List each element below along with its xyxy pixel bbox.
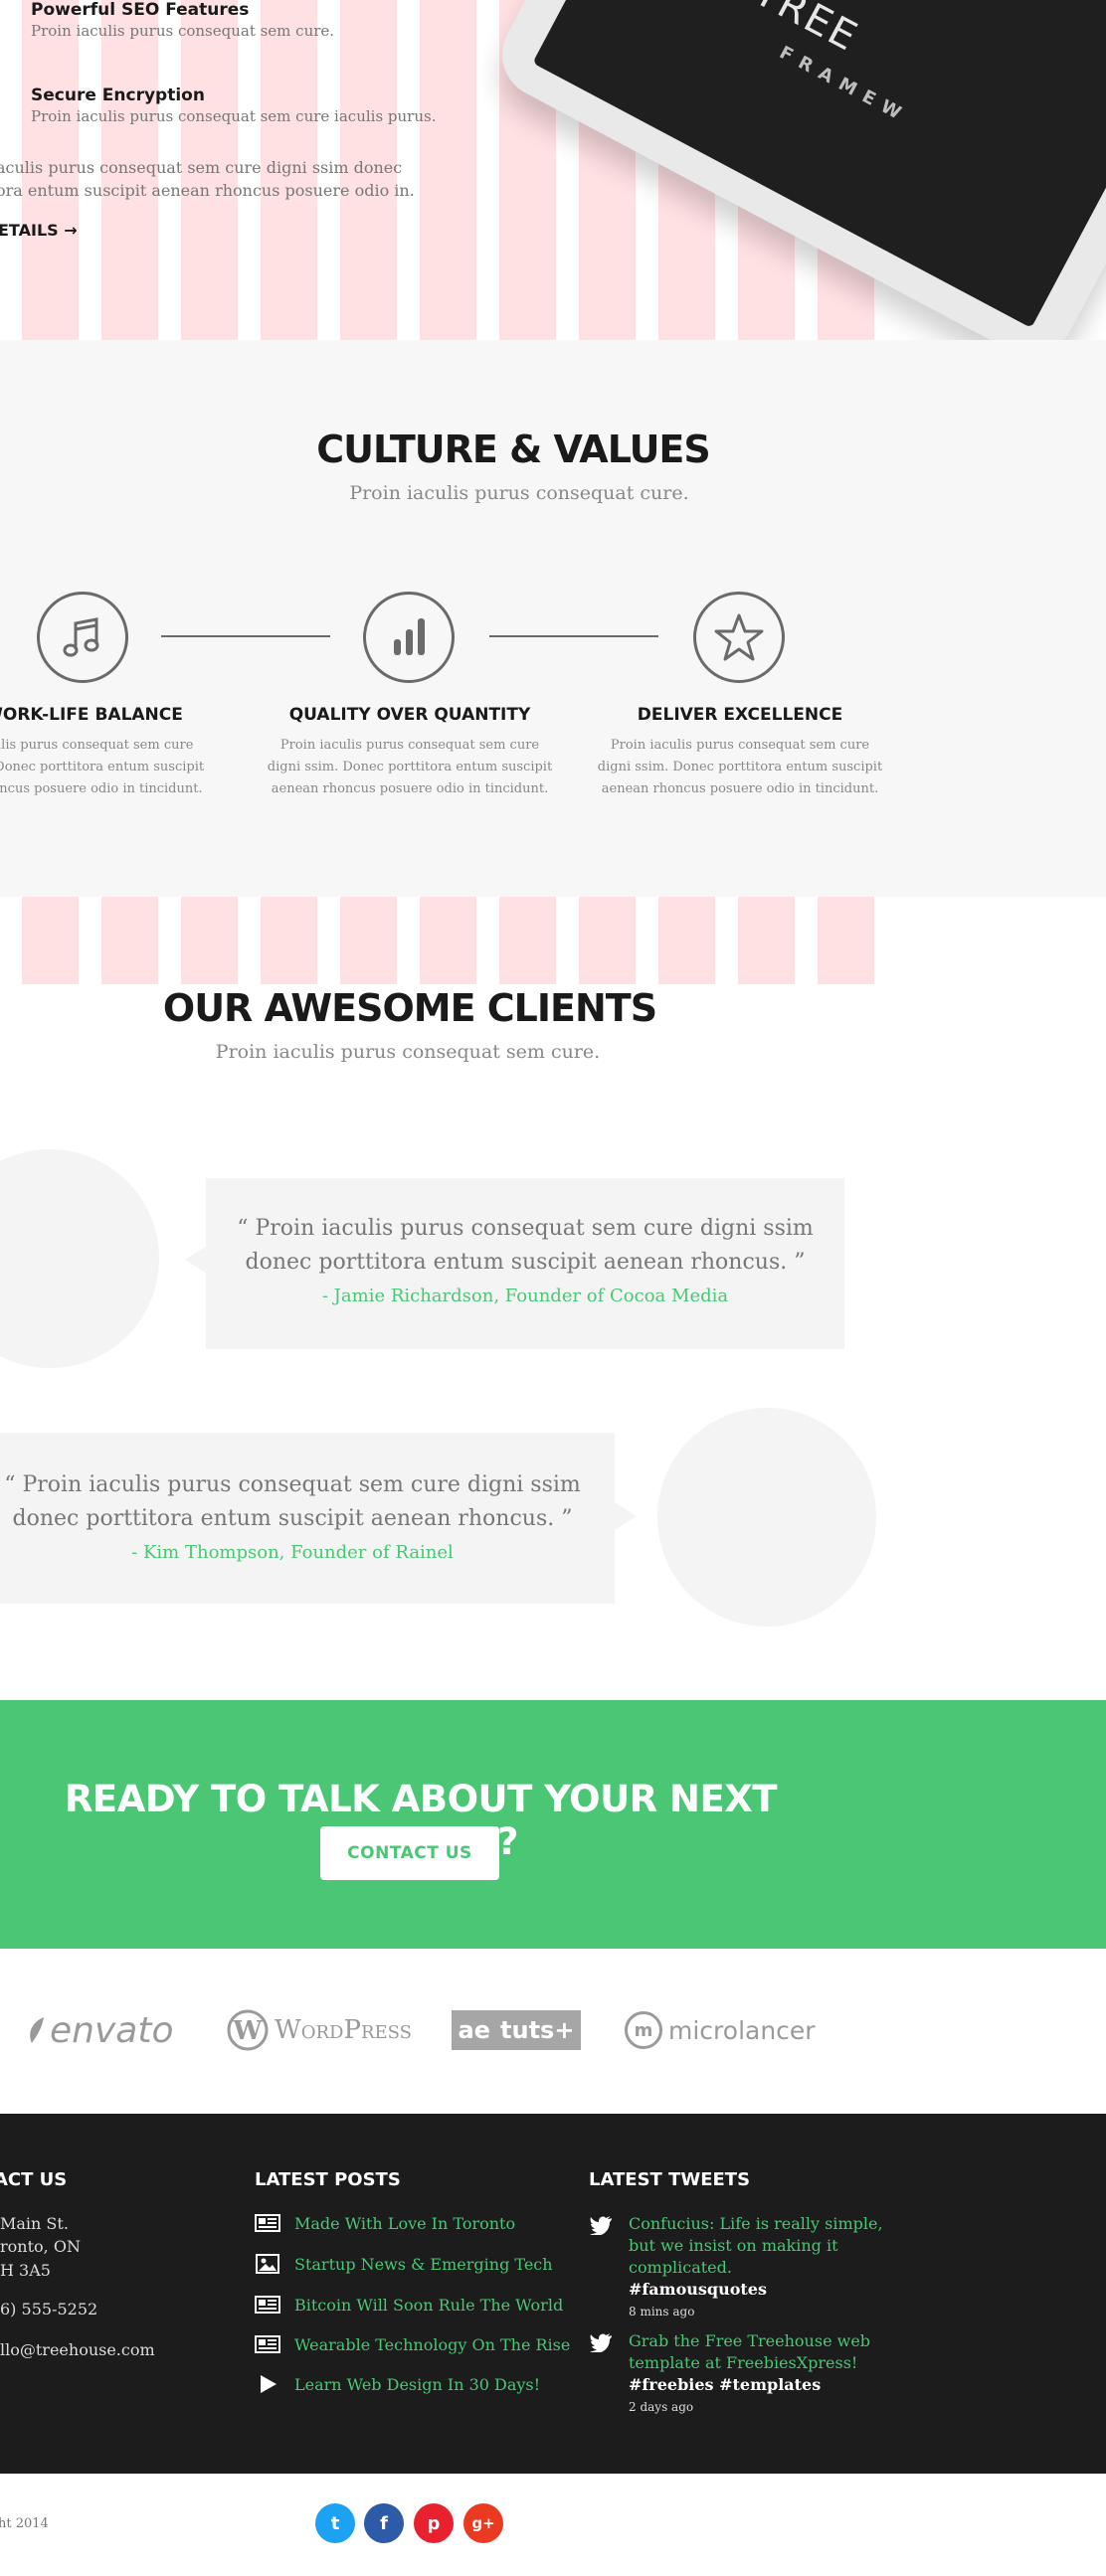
cta-section: READY TO TALK ABOUT YOUR NEXT PROJECT? C… [0,1700,1106,1949]
address-line3: H 3A5 [0,2261,51,2280]
details-link[interactable]: ETAILS → [0,221,78,240]
testimonial-quote-line1: “ Proin iaculis purus consequat sem cure… [237,1216,814,1241]
tweet-text[interactable]: template at FreebiesXpress! [589,2352,887,2374]
post-item[interactable]: Startup News & Emerging Tech [255,2254,553,2274]
wordpress-icon: W [227,2009,269,2051]
facebook-icon[interactable]: f [364,2503,404,2543]
clients-section: OUR AWESOME CLIENTS Proin iaculis purus … [0,897,1106,1700]
testimonial-author: - Kim Thompson, Founder of Rainel [131,1542,454,1563]
newspaper-icon [255,2213,280,2233]
feature-text-encryption: Proin iaculis purus consequat sem cure i… [31,107,437,125]
post-item[interactable]: Learn Web Design In 30 Days! [255,2374,540,2394]
post-link[interactable]: Made With Love In Toronto [294,2214,515,2233]
tweet-hashtags[interactable]: #famousquotes [589,2279,887,2301]
image-icon [255,2254,280,2274]
tweet-text[interactable]: but we insist on making it [589,2235,887,2257]
twitter-bird-icon [589,2332,613,2356]
footer-contact-heading: ACT US [0,2169,68,2190]
microlancer-logo[interactable]: m microlancer [625,2008,816,2052]
testimonial-quote-line1: “ Proin iaculis purus consequat sem cure… [4,1472,581,1497]
post-item[interactable]: Wearable Technology On The Rise [255,2334,570,2354]
footer-posts-heading: LATEST POSTS [255,2169,401,2190]
testimonial-quote-line2: donec porttitora entum suscipit aenean r… [245,1250,806,1275]
tweet-timestamp: 8 mins ago [629,2305,695,2318]
value-title-excellence: DELIVER EXCELLENCE [637,705,843,725]
post-link[interactable]: Learn Web Design In 30 Days! [294,2375,540,2394]
post-item[interactable]: Bitcoin Will Soon Rule The World [255,2295,563,2315]
tweet-text[interactable]: Grab the Free Treehouse web [589,2330,887,2352]
feature-text-seo: Proin iaculis purus consequat sem cure. [31,22,335,40]
svg-text:W: W [232,2016,263,2046]
star-icon [693,592,785,683]
email-link[interactable]: llo@treehouse.com [0,2340,155,2359]
address-line2: ronto, ON [0,2237,81,2256]
culture-subtitle: Proin iaculis purus consequat cure. [349,482,689,504]
testimonial-card: “ Proin iaculis purus consequat sem cure… [0,1433,615,1604]
stripe-decoration [22,897,877,984]
features-section: Powerful SEO Features Proin iaculis puru… [0,0,1106,340]
tweet-text[interactable]: complicated. [589,2257,887,2279]
tablet-brand: TREE [746,0,866,62]
tweet-hashtags[interactable]: #freebies #templates [589,2374,887,2396]
tweet-item: Grab the Free Treehouse web template at … [589,2330,887,2414]
testimonial-quote-line2: donec porttitora entum suscipit aenean r… [12,1506,573,1531]
post-link[interactable]: Bitcoin Will Soon Rule The World [294,2296,563,2315]
twitter-bird-icon [589,2215,613,2239]
newspaper-icon [255,2295,280,2315]
feature-title-seo: Powerful SEO Features [31,0,250,20]
tweet-timestamp: 2 days ago [629,2400,694,2414]
contact-us-button[interactable]: CONTACT US [320,1826,499,1880]
post-link[interactable]: Wearable Technology On The Rise [294,2335,570,2354]
leaf-icon [30,2017,44,2043]
microlancer-icon: m [625,2011,662,2049]
intro-paragraph-line2: ora entum suscipit aenean rhoncus posuer… [0,181,415,200]
tweet-text[interactable]: Confucius: Life is really simple, [589,2213,887,2235]
envato-logo[interactable]: envato [26,2008,173,2052]
pinterest-icon[interactable]: p [414,2503,454,2543]
bottom-bar: ht 2014 t f p g+ [0,2474,1106,2576]
value-connector-line [489,635,658,637]
bar-chart-icon [363,592,455,683]
copyright-text: ht 2014 [0,2516,49,2531]
value-title-work-life: WORK-LIFE BALANCE [0,705,183,725]
testimonial-card: “ Proin iaculis purus consequat sem cure… [206,1178,844,1349]
newspaper-icon [255,2334,280,2354]
value-connector-line [161,635,330,637]
clients-subtitle: Proin iaculis purus consequat sem cure. [215,1041,601,1063]
post-item[interactable]: Made With Love In Toronto [255,2213,515,2233]
intro-paragraph-line1: aculis purus consequat sem cure digni ss… [0,158,403,177]
post-link[interactable]: Startup News & Emerging Tech [294,2255,553,2274]
culture-title: CULTURE & VALUES [316,428,711,471]
play-icon [255,2374,280,2394]
value-text-quality: Proin iaculis purus consequat sem cure di… [267,738,553,796]
value-title-quality: QUALITY OVER QUANTITY [288,705,531,725]
footer-tweets-heading: LATEST TWEETS [589,2169,751,2190]
footer: ACT US Main St. ronto, ON H 3A5 6) 555-5… [0,2114,1106,2474]
culture-section: CULTURE & VALUES Proin iaculis purus con… [0,340,1106,897]
client-avatar [0,1149,159,1368]
twitter-icon[interactable]: t [315,2503,355,2543]
google-plus-icon[interactable]: g+ [463,2503,503,2543]
tweet-item: Confucius: Life is really simple, but we… [589,2213,887,2318]
phone-number[interactable]: 6) 555-5252 [0,2300,97,2318]
address-line1: Main St. [0,2214,69,2233]
music-note-icon [37,592,128,683]
value-text-work-life: iaculis purus consequat sem curesim. Don… [0,738,205,796]
partner-logos: envato W WordPress ae tuts+ m microlance… [0,1949,1106,2114]
testimonial-author: - Jamie Richardson, Founder of Cocoa Med… [321,1286,729,1306]
client-avatar [657,1408,876,1627]
clients-title: OUR AWESOME CLIENTS [162,986,657,1030]
quote-pointer [185,1246,207,1274]
wordpress-logo[interactable]: W WordPress [227,2008,412,2052]
quote-pointer [615,1502,637,1530]
feature-title-encryption: Secure Encryption [31,86,205,105]
value-text-excellence: Proin iaculis purus consequat sem cure di… [597,738,883,796]
tuts-logo[interactable]: ae tuts+ [452,2010,581,2050]
